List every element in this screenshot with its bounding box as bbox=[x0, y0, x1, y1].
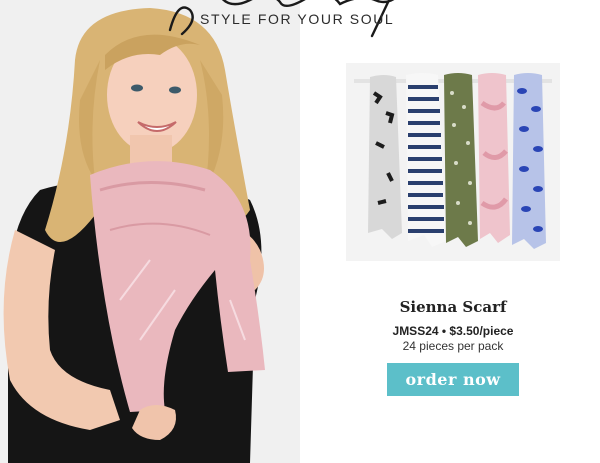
product-name[interactable]: Sienna Scarf bbox=[330, 298, 576, 316]
model-illustration bbox=[0, 0, 300, 463]
scarves-illustration bbox=[346, 63, 560, 261]
model-photo bbox=[0, 0, 300, 463]
product-promo: STYLE FOR YOUR SOUL Sienna Scarf JMSS24 … bbox=[0, 0, 600, 463]
product-sku-price: JMSS24 • $3.50/piece bbox=[392, 324, 514, 338]
product-image[interactable] bbox=[346, 63, 560, 261]
brand-tagline: STYLE FOR YOUR SOUL bbox=[200, 11, 395, 27]
product-pack-info: 24 pieces per pack bbox=[402, 339, 504, 353]
order-now-button[interactable]: order now bbox=[387, 363, 519, 396]
